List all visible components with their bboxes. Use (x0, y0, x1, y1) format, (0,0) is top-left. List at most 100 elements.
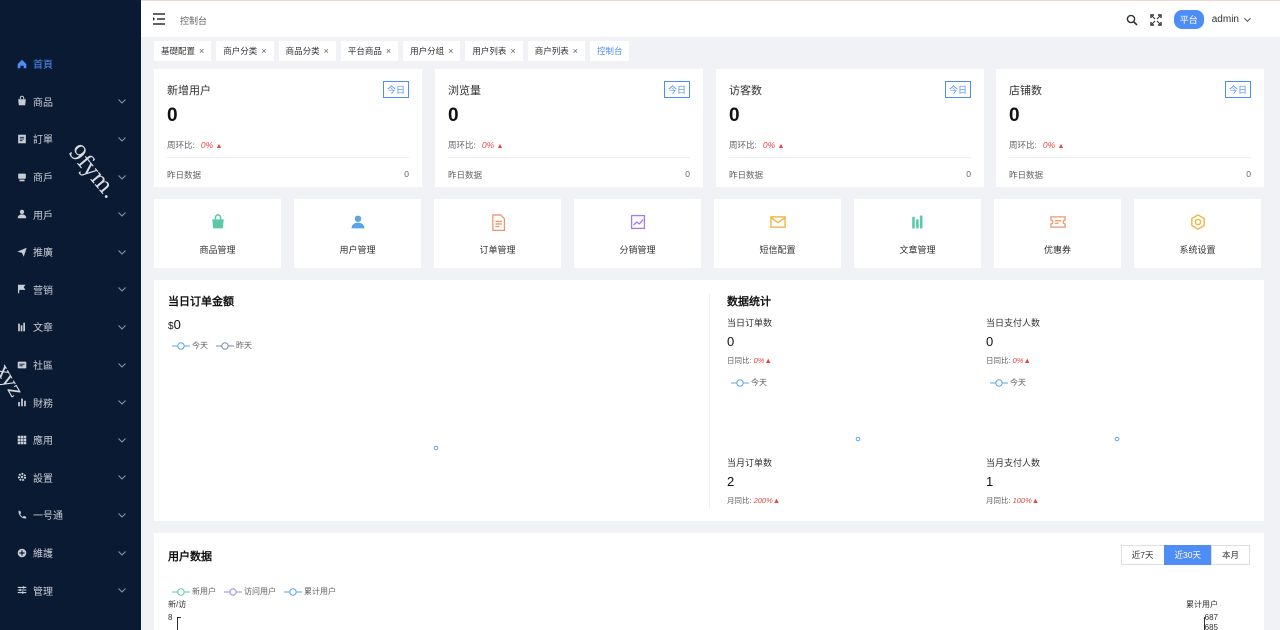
chevron-down-icon (118, 325, 126, 330)
chevron-down-icon (118, 287, 126, 293)
range-button[interactable]: 近7天 (1120, 545, 1165, 565)
sidebar-item[interactable]: 財務 (0, 383, 141, 421)
close-icon[interactable]: × (261, 46, 266, 56)
chevron-down-icon (118, 400, 126, 405)
quick-link[interactable]: 系统设置 (1134, 199, 1261, 268)
sidebar-item-label: 用戶 (33, 210, 53, 222)
user-menu[interactable]: admin (1212, 14, 1239, 25)
tab[interactable]: 用户分组 × (403, 41, 461, 61)
legend-today[interactable]: 今天 (172, 340, 208, 351)
chevron-down-icon (118, 588, 126, 593)
week-ratio: 周环比: 0% ▲ (1009, 140, 1065, 150)
quick-link[interactable]: 优惠券 (994, 199, 1121, 268)
tab-label: 平台商品 (347, 46, 382, 56)
sidebar-item[interactable]: 商品 (0, 83, 141, 121)
chevron-down-icon (118, 513, 126, 518)
article-icon (911, 215, 922, 229)
up-arrow-icon: ▲ (215, 143, 223, 150)
sidebar-item-label: 管理 (33, 586, 53, 598)
divider (729, 157, 971, 158)
stat-legend[interactable]: 今天 (990, 377, 1034, 388)
sidebar-item[interactable]: 訂單 (0, 120, 141, 158)
chevron-down-icon (118, 137, 126, 142)
home-icon (16, 58, 28, 70)
tab[interactable]: 平台商品 × (340, 41, 399, 61)
sidebar-item-label: 商品 (33, 97, 53, 109)
chevron-down-icon (118, 437, 126, 443)
close-icon[interactable]: × (573, 46, 578, 56)
chevron-down-icon[interactable] (1243, 15, 1252, 24)
stat-card-value: 0 (729, 105, 740, 126)
tab[interactable]: 商品分类 × (278, 41, 336, 61)
sidebar-item[interactable]: 文章 (0, 308, 141, 346)
divider (709, 294, 710, 508)
sidebar-item[interactable]: 首頁 (0, 45, 141, 83)
sidebar-item[interactable]: 商戶 (0, 158, 141, 196)
close-icon[interactable]: × (324, 46, 329, 56)
quick-link[interactable]: 文章管理 (854, 199, 981, 268)
today-badge: 今日 (382, 81, 409, 98)
search-icon[interactable] (1126, 14, 1138, 26)
close-icon[interactable]: × (199, 46, 204, 56)
tab-label: 基礎配置 (161, 46, 196, 56)
stat-label: 当日支付人数 (986, 318, 1041, 328)
quick-link[interactable]: 用户管理 (294, 199, 421, 268)
breadcrumb[interactable]: 控制台 (180, 14, 207, 27)
chevron-down-icon (118, 249, 126, 255)
left-axis-tickmark (177, 617, 181, 618)
range-button[interactable]: 近30天 (1163, 545, 1212, 565)
sidebar-item[interactable]: 营销 (0, 271, 141, 309)
sidebar-nav: 首頁商品訂單 商戶用戶推廣 营销 文章社區財務 應用設置一号通維護管理 (0, 45, 141, 609)
tab[interactable]: 控制台 (589, 41, 630, 61)
quick-link[interactable]: 订单管理 (434, 199, 561, 268)
stat-card-title: 店铺数 (1009, 85, 1042, 97)
sidebar-item[interactable]: 社區 (0, 346, 141, 384)
menu-toggle-icon[interactable] (152, 12, 166, 26)
legend-new-users[interactable]: 新用户 (172, 586, 216, 597)
tab[interactable]: 用户列表 × (465, 41, 523, 61)
document-icon (491, 214, 505, 231)
sidebar-item[interactable]: 維護 (0, 534, 141, 572)
close-icon[interactable]: × (386, 46, 391, 56)
fullscreen-icon[interactable] (1150, 13, 1162, 26)
tab-label: 用户分组 (410, 46, 445, 56)
sidebar-item[interactable]: 推廣 (0, 233, 141, 271)
bag-icon (16, 95, 28, 107)
tab[interactable]: 基礎配置 × (154, 41, 212, 61)
sidebar-item[interactable]: 應用 (0, 421, 141, 459)
stat-legend[interactable]: 今天 (731, 377, 775, 388)
apps-icon (16, 434, 28, 446)
stat-ratio: 日同比: 0%▲ (727, 356, 772, 365)
legend-total-users[interactable]: 累计用户 (284, 586, 336, 597)
close-icon[interactable]: × (510, 46, 515, 56)
sidebar-item-label: 社區 (33, 361, 53, 373)
sidebar-item[interactable]: 設置 (0, 459, 141, 497)
legend-visit-users[interactable]: 访问用户 (224, 586, 276, 597)
legend-yesterday[interactable]: 昨天 (216, 340, 252, 351)
sidebar-item-label: 設置 (33, 473, 53, 485)
quick-link-label: 用户管理 (339, 245, 376, 255)
stat-card-value: 0 (1009, 105, 1020, 126)
close-icon[interactable]: × (448, 46, 453, 56)
divider (448, 157, 690, 158)
quick-link[interactable]: 商品管理 (154, 199, 281, 268)
sidebar-item[interactable]: 用戶 (0, 195, 141, 233)
chart-point (855, 436, 861, 442)
week-ratio: 周环比: 0% ▲ (167, 140, 223, 150)
quick-link[interactable]: 分销管理 (574, 199, 701, 268)
yesterday-value: 0 (1246, 169, 1251, 179)
tab[interactable]: 商户分类 × (216, 41, 274, 61)
platform-badge[interactable]: 平台 (1173, 10, 1204, 29)
sidebar-item[interactable]: 一号通 (0, 496, 141, 534)
coupon-icon (1049, 216, 1066, 228)
chart-point (1114, 436, 1120, 442)
sidebar-item[interactable]: 管理 (0, 571, 141, 609)
quick-link[interactable]: 短信配置 (714, 199, 841, 268)
range-button[interactable]: 本月 (1210, 545, 1250, 565)
tab[interactable]: 商户列表 × (527, 41, 585, 61)
yesterday-value: 0 (685, 169, 690, 179)
left-axis-tick: 8 (168, 613, 173, 622)
user-data-panel: 用户数据 近7天 近30天 本月 新用户 访问用户 累计用户 新/访 累计用户 8 … (154, 533, 1264, 630)
order-stats-panel: 当日订单金额 $0 今天 昨天 数据统计 当日订单数 0 日同比: 0%▲ 今天 … (154, 280, 1264, 521)
sidebar-item-label: 維護 (33, 549, 53, 561)
